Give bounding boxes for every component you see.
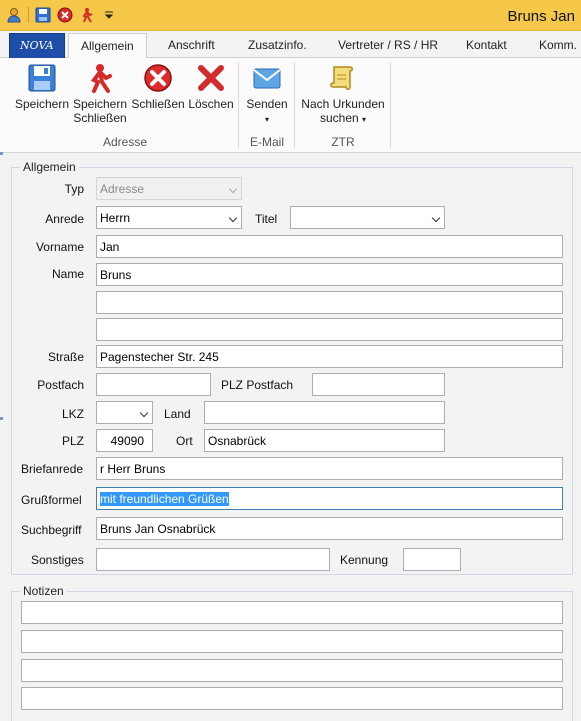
send-button-label: Senden bbox=[246, 97, 288, 111]
group-notizen-title: Notizen bbox=[20, 584, 67, 598]
close-circle-icon bbox=[144, 64, 172, 92]
chevron-down-icon: ▾ bbox=[362, 115, 367, 124]
plz-postfach-field[interactable] bbox=[312, 373, 445, 396]
search-deeds-label-1: Nach Urkunden bbox=[301, 97, 385, 111]
postfach-label: Postfach bbox=[37, 378, 84, 392]
notiz-line-1[interactable] bbox=[21, 601, 563, 624]
grussformel-label: Grußformel bbox=[21, 493, 82, 507]
ort-label: Ort bbox=[176, 434, 193, 448]
close-button[interactable]: Schließen bbox=[131, 62, 185, 111]
name-field[interactable]: Bruns bbox=[96, 263, 563, 286]
ribbon-separator bbox=[390, 62, 391, 148]
suchbegriff-label: Suchbegriff bbox=[21, 523, 82, 537]
window-title: Bruns Jan bbox=[507, 8, 575, 25]
name-label: Name bbox=[51, 267, 84, 281]
envelope-icon bbox=[253, 68, 281, 89]
chevron-down-icon: ▾ bbox=[264, 115, 269, 124]
run-close-icon[interactable] bbox=[79, 7, 95, 23]
plz-postfach-label: PLZ Postfach bbox=[221, 378, 294, 392]
notiz-line-4[interactable] bbox=[21, 687, 563, 710]
lkz-select[interactable] bbox=[96, 401, 153, 424]
user-icon[interactable] bbox=[6, 7, 22, 23]
tab-allgemein[interactable]: Allgemein bbox=[68, 33, 147, 59]
floppy-disk-icon bbox=[28, 64, 56, 92]
plz-label: PLZ bbox=[61, 434, 84, 448]
postfach-field[interactable] bbox=[96, 373, 211, 396]
vorname-field[interactable]: Jan bbox=[96, 235, 563, 258]
search-deeds-label-2: suchen bbox=[319, 111, 359, 125]
running-man-icon bbox=[90, 64, 112, 93]
save-icon[interactable] bbox=[35, 7, 51, 23]
land-label: Land bbox=[164, 407, 191, 421]
vorname-label: Vorname bbox=[35, 240, 84, 254]
sonstiges-label: Sonstiges bbox=[31, 553, 84, 567]
typ-label: Typ bbox=[64, 182, 84, 196]
save-button[interactable]: Speichern bbox=[14, 62, 70, 111]
group-label-ztr: ZTR bbox=[331, 135, 355, 149]
delete-button-label: Löschen bbox=[188, 97, 234, 111]
plz-field[interactable]: 49090 bbox=[96, 429, 153, 452]
tab-zusatzinfo[interactable]: Zusatzinfo. bbox=[248, 38, 307, 52]
typ-select: Adresse bbox=[96, 177, 242, 200]
close-button-label: Schließen bbox=[131, 97, 185, 111]
name2-field[interactable] bbox=[96, 291, 563, 314]
suchbegriff-field[interactable]: Bruns Jan Osnabrück bbox=[96, 517, 563, 540]
save-and-close-button[interactable]: Speichern Schließen bbox=[72, 62, 128, 125]
notiz-line-2[interactable] bbox=[21, 630, 563, 653]
kennung-label: Kennung bbox=[340, 553, 389, 567]
notiz-line-3[interactable] bbox=[21, 659, 563, 682]
form-content: Allgemein Typ Adresse Anrede Herrn Titel… bbox=[0, 152, 581, 721]
tab-kontakt[interactable]: Kontakt bbox=[466, 38, 507, 52]
ribbon-separator bbox=[294, 62, 295, 148]
quick-access-toolbar bbox=[6, 7, 117, 23]
name3-field[interactable] bbox=[96, 318, 563, 341]
sonstiges-field[interactable] bbox=[96, 548, 330, 571]
titel-label: Titel bbox=[255, 212, 278, 226]
title-bar: Bruns Jan bbox=[0, 0, 581, 31]
close-circle-icon[interactable] bbox=[57, 7, 73, 23]
anrede-label: Anrede bbox=[45, 212, 84, 226]
group-label-adresse: Adresse bbox=[102, 135, 148, 149]
resize-grip-mark bbox=[0, 152, 3, 155]
send-email-button[interactable]: Senden ▾ bbox=[242, 62, 292, 127]
briefanrede-field[interactable]: r Herr Bruns bbox=[96, 457, 563, 480]
app-logo: NOVA bbox=[20, 39, 54, 52]
anrede-select[interactable]: Herrn bbox=[96, 206, 242, 229]
ribbon-tab-strip: NOVA Allgemein Anschrift Zusatzinfo. Ver… bbox=[0, 31, 581, 59]
kennung-field[interactable] bbox=[403, 548, 461, 571]
tab-anschrift[interactable]: Anschrift bbox=[168, 38, 215, 52]
customize-dropdown-icon[interactable] bbox=[101, 7, 117, 23]
titel-select[interactable] bbox=[290, 206, 445, 229]
tab-vertreter[interactable]: Vertreter / RS / HR bbox=[338, 38, 438, 52]
tab-komm[interactable]: Komm. bbox=[539, 38, 577, 52]
group-allgemein-title: Allgemein bbox=[20, 160, 79, 174]
strasse-label: Straße bbox=[47, 350, 84, 364]
grussformel-field[interactable]: mit freundlichen Grüßen bbox=[96, 487, 563, 510]
scroll-document-icon bbox=[330, 66, 353, 90]
strasse-field[interactable]: Pagenstecher Str. 245 bbox=[96, 345, 563, 368]
save-close-label-2: Schließen bbox=[73, 111, 127, 125]
ort-field[interactable]: Osnabrück bbox=[204, 429, 445, 452]
save-close-label-1: Speichern bbox=[72, 97, 128, 111]
search-deeds-button[interactable]: Nach Urkunden suchen ▾ bbox=[298, 62, 388, 127]
ribbon: Speichern Speichern Schließen Schließen … bbox=[0, 58, 581, 153]
qat-separator bbox=[28, 7, 29, 23]
briefanrede-label: Briefanrede bbox=[21, 462, 84, 476]
land-field[interactable] bbox=[204, 401, 445, 424]
lkz-label: LKZ bbox=[61, 407, 84, 421]
selected-text: mit freundlichen Grüßen bbox=[100, 492, 229, 506]
group-label-email: E-Mail bbox=[249, 135, 284, 149]
ribbon-separator bbox=[238, 62, 239, 148]
delete-button[interactable]: Löschen bbox=[188, 62, 234, 111]
application-menu-button[interactable]: NOVA bbox=[9, 33, 65, 58]
delete-x-icon bbox=[198, 65, 224, 91]
save-button-label: Speichern bbox=[14, 97, 70, 111]
